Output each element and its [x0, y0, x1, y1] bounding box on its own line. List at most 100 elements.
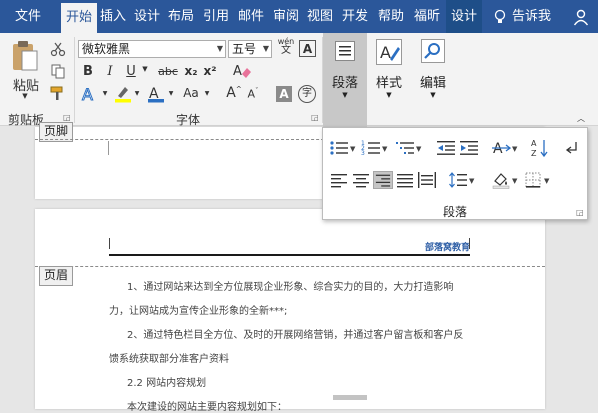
- body-line[interactable]: 2.2 网站内容规划: [127, 374, 206, 389]
- header-brand-text[interactable]: 部落窝教育: [425, 240, 470, 253]
- chevron-down-icon: ▼: [342, 91, 348, 99]
- chevron-down-icon[interactable]: ▼: [512, 177, 517, 185]
- tab-foxit[interactable]: 福昕: [410, 0, 444, 33]
- ribbon: 粘贴 ▼ 剪贴板 ◲ 微软雅黑 ▼ 五号 ▼ wén 文 A B I U ▼ abc …: [0, 33, 598, 127]
- highlight-color-icon[interactable]: [113, 85, 133, 103]
- phonetic-guide-button[interactable]: wén 文: [276, 37, 296, 56]
- editing-label: 编辑: [419, 76, 446, 91]
- chevron-down-icon[interactable]: ▼: [140, 65, 150, 73]
- font-name-dropdown[interactable]: 微软雅黑 ▼: [78, 40, 226, 58]
- tell-me-search[interactable]: 告诉我: [512, 0, 554, 33]
- dialog-launcher-icon[interactable]: ◲: [63, 113, 72, 122]
- enclose-chars-button[interactable]: 字: [298, 85, 316, 103]
- tab-header-footer-design[interactable]: 设计: [446, 0, 482, 33]
- grow-font-label: A: [226, 85, 236, 101]
- tab-references[interactable]: 引用: [200, 0, 232, 33]
- strikethrough-button[interactable]: abc: [155, 65, 181, 78]
- copy-icon[interactable]: [50, 63, 66, 79]
- shading-icon[interactable]: [491, 171, 511, 189]
- tab-help[interactable]: 帮助: [374, 0, 408, 33]
- scrollbar-thumb[interactable]: [333, 395, 367, 400]
- tab-file[interactable]: 文件: [6, 0, 50, 33]
- char-shading-button[interactable]: A: [276, 86, 292, 102]
- tab-design[interactable]: 设计: [131, 0, 163, 33]
- body-line[interactable]: 1、通过网站来达到全方位展现企业形象、综合实力的目的，大力打造影响: [127, 278, 453, 293]
- bold-button[interactable]: B: [81, 64, 95, 79]
- align-left-icon[interactable]: [329, 171, 349, 189]
- collapse-ribbon-icon[interactable]: ︿: [576, 113, 586, 124]
- multilevel-list-icon[interactable]: [395, 139, 415, 157]
- editing-button[interactable]: 编辑 ▼: [413, 33, 453, 127]
- chevron-down-icon[interactable]: ▼: [544, 177, 549, 185]
- chevron-down-icon[interactable]: ▼: [101, 90, 109, 97]
- chevron-down-icon: ▼: [386, 91, 392, 99]
- underline-button[interactable]: U: [124, 64, 138, 79]
- group-separator: [74, 37, 75, 123]
- chevron-down-icon[interactable]: ▼: [416, 145, 421, 153]
- tab-home[interactable]: 开始: [61, 3, 97, 33]
- tab-layout[interactable]: 布局: [165, 0, 197, 33]
- tab-insert[interactable]: 插入: [97, 0, 129, 33]
- align-center-icon[interactable]: [351, 171, 371, 189]
- current-page: 部落窝教育 页眉 1、通过网站来达到全方位展现企业形象、综合实力的目的，大力打造…: [35, 209, 545, 413]
- tab-mailings[interactable]: 邮件: [234, 0, 268, 33]
- italic-button[interactable]: I: [103, 64, 117, 79]
- tab-review[interactable]: 审阅: [270, 0, 302, 33]
- paragraph-button[interactable]: 段落 ▼: [323, 33, 367, 127]
- dialog-launcher-icon[interactable]: ◲: [576, 208, 585, 217]
- font-color-icon[interactable]: A: [146, 85, 166, 103]
- decrease-indent-icon[interactable]: [436, 139, 456, 157]
- chevron-down-icon[interactable]: ▼: [382, 145, 387, 153]
- dialog-launcher-icon[interactable]: ◲: [311, 113, 320, 122]
- body-line[interactable]: 馈系统获取部分准客户资料: [109, 350, 229, 365]
- distributed-icon[interactable]: [417, 171, 437, 189]
- cut-icon[interactable]: [50, 41, 66, 57]
- clear-formatting-icon[interactable]: A: [232, 62, 252, 80]
- superscript-button[interactable]: x²: [202, 64, 218, 78]
- chevron-down-icon[interactable]: ▼: [20, 92, 30, 100]
- char-border-button[interactable]: A: [299, 40, 316, 57]
- body-line[interactable]: 2、通过特色栏目全方位、及时的开展网络营销，并通过客户留言板和客户反: [127, 326, 463, 341]
- chevron-down-icon[interactable]: ▼: [203, 90, 211, 97]
- show-marks-icon[interactable]: [562, 139, 582, 157]
- bullets-icon[interactable]: [329, 139, 349, 157]
- chevron-down-icon[interactable]: ▼: [167, 90, 175, 97]
- borders-icon[interactable]: [523, 171, 543, 189]
- font-group-label: 字体: [176, 113, 201, 127]
- grow-caret: ^: [235, 85, 242, 94]
- paragraph-dropdown-panel: ▼ 123 ▼ ▼ A ▼ AZ ▼ ▼ ▼ 段落 ◲: [322, 127, 588, 220]
- header-tag: 页眉: [39, 266, 74, 286]
- chevron-down-icon[interactable]: ▼: [469, 177, 474, 185]
- body-line[interactable]: 本次建设的网站主要内容规划如下：: [127, 398, 287, 413]
- header-boundary: [35, 266, 545, 267]
- asian-layout-icon[interactable]: A: [491, 139, 512, 157]
- margin-mark: [469, 238, 470, 249]
- line-spacing-icon[interactable]: [448, 171, 468, 189]
- svg-text:A: A: [531, 139, 537, 148]
- text-effects-icon[interactable]: A: [80, 85, 100, 105]
- body-line[interactable]: 力，让网站成为宣传企业形象的全新***;: [109, 302, 287, 317]
- subscript-button[interactable]: x₂: [183, 64, 199, 78]
- font-size-dropdown[interactable]: 五号 ▼: [228, 40, 272, 58]
- shrink-font-button[interactable]: Aˇ: [246, 87, 260, 101]
- chevron-down-icon[interactable]: ▼: [350, 145, 355, 153]
- shrink-font-label: A: [247, 87, 256, 101]
- numbering-icon[interactable]: 123: [361, 139, 381, 157]
- chevron-down-icon[interactable]: ▼: [512, 145, 517, 153]
- tab-view[interactable]: 视图: [304, 0, 336, 33]
- increase-indent-icon[interactable]: [459, 139, 479, 157]
- svg-text:A: A: [82, 85, 93, 103]
- phonetic-guide-char: 文: [281, 45, 291, 56]
- justify-icon[interactable]: [395, 171, 415, 189]
- styles-button[interactable]: A 样式 ▼: [370, 33, 408, 127]
- account-icon[interactable]: [572, 8, 590, 26]
- tab-developer[interactable]: 开发: [338, 0, 372, 33]
- grow-font-button[interactable]: A^: [226, 85, 242, 101]
- paste-icon[interactable]: [8, 39, 42, 75]
- align-right-icon[interactable]: [373, 171, 393, 189]
- format-painter-icon[interactable]: [50, 85, 66, 101]
- sort-icon[interactable]: AZ: [530, 138, 550, 158]
- change-case-button[interactable]: Aa: [180, 86, 202, 100]
- chevron-down-icon[interactable]: ▼: [133, 90, 141, 97]
- search-icon: [421, 39, 445, 63]
